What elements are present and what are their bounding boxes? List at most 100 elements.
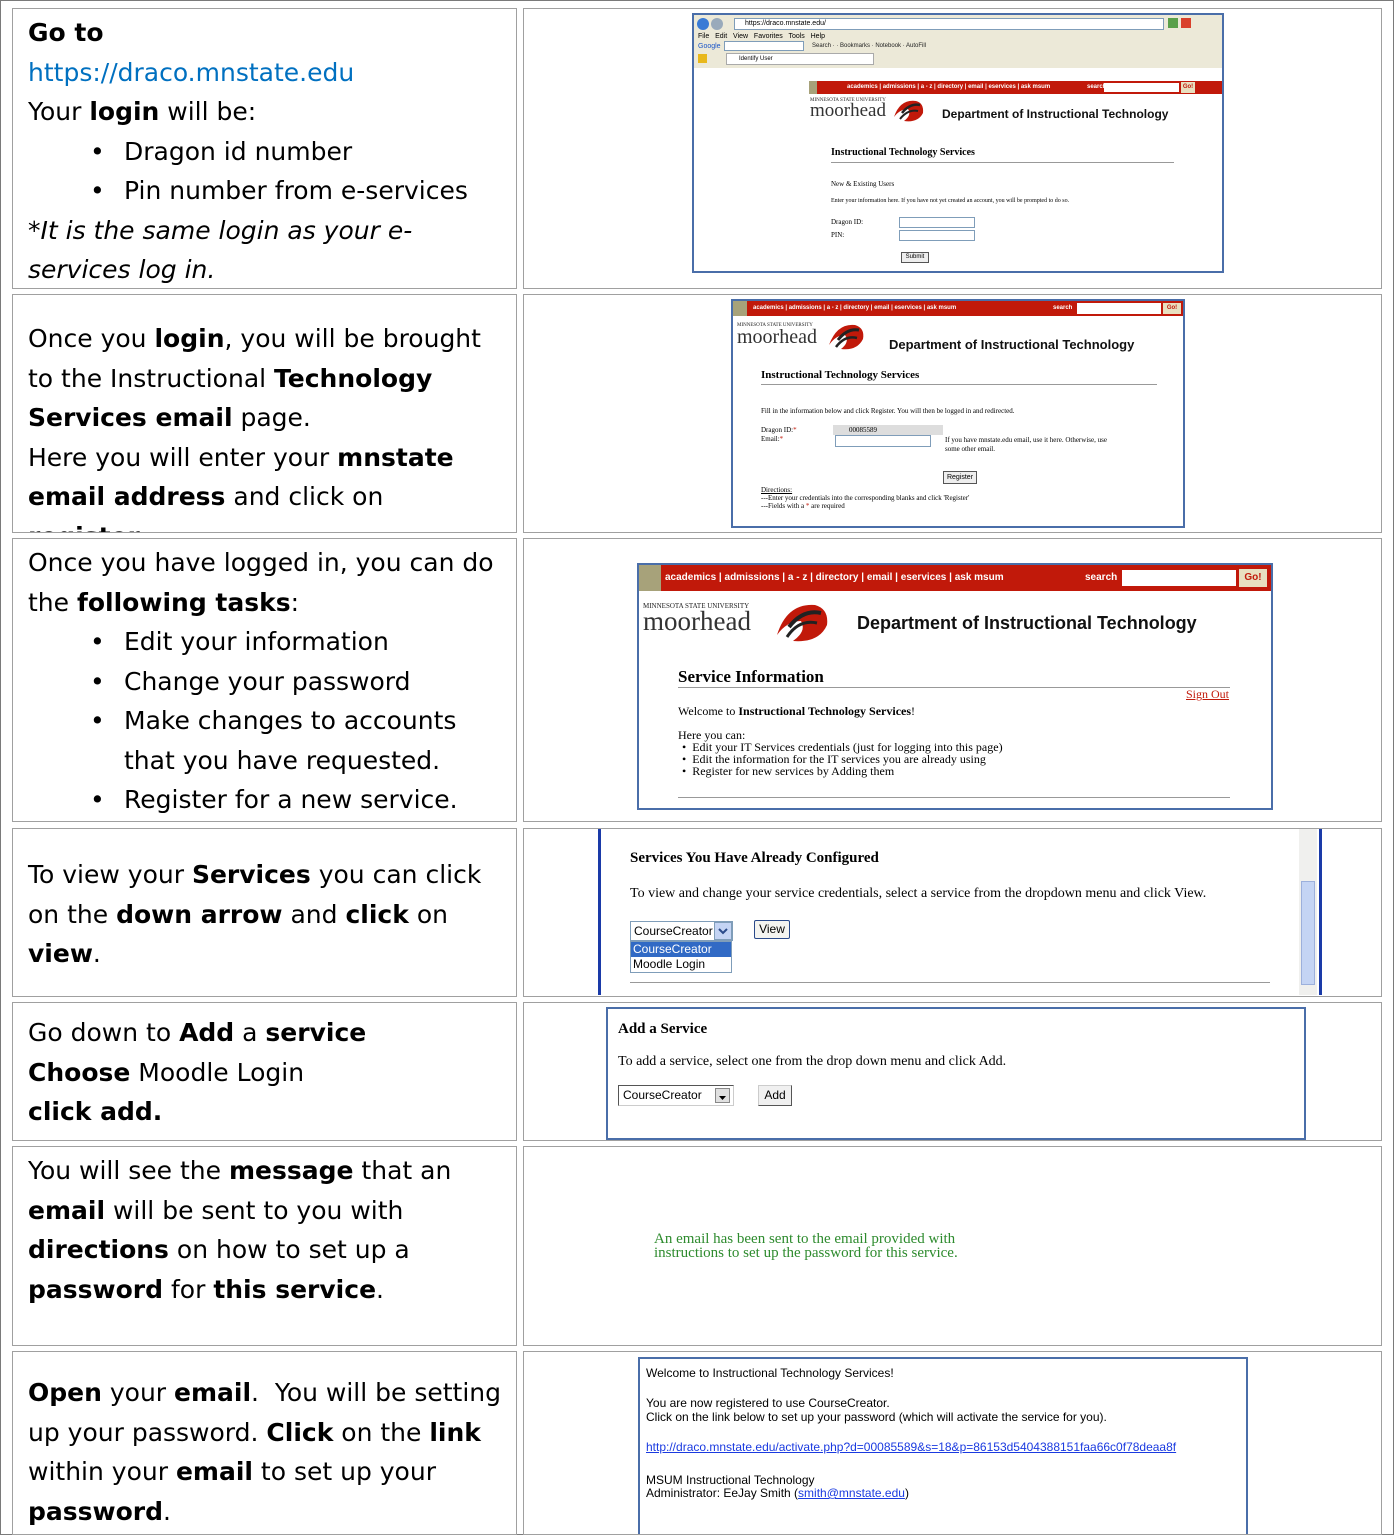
direction-item: ---Enter your credentials into the corre…: [761, 494, 970, 502]
search-label: search: [1085, 572, 1118, 583]
step-7-instructions: Open your email. You will be setting up …: [12, 1351, 517, 1535]
text: To view your: [28, 860, 192, 889]
menu-tools[interactable]: Tools: [788, 33, 804, 40]
go-button[interactable]: Go!: [1163, 303, 1181, 314]
dragon-id-input[interactable]: [899, 217, 975, 228]
list-item: Dragon id number: [28, 132, 516, 172]
logo-moorhead: moorhead: [643, 606, 751, 636]
document-page: { "steps": [ { "left": { "go_to": "Go to…: [0, 0, 1394, 1535]
divider: [678, 797, 1230, 798]
back-icon[interactable]: [697, 18, 709, 30]
menu-view[interactable]: View: [733, 33, 748, 40]
go-button[interactable]: Go!: [1181, 82, 1195, 93]
pin-input[interactable]: [899, 230, 975, 241]
text: and click on: [225, 482, 384, 511]
sign-out-link[interactable]: Sign Out: [1186, 687, 1229, 702]
step-5-screenshot-cell: Add a Service To add a service, select o…: [523, 1002, 1382, 1141]
dragon-logo-icon: [777, 604, 828, 642]
favorites-star-icon[interactable]: [698, 54, 707, 63]
email-sent-message: An email has been sent to the email prov…: [654, 1231, 958, 1261]
service-info-screenshot: academics | admissions | a - z | directo…: [637, 563, 1273, 810]
divider: [678, 687, 1230, 688]
text-bold: link: [429, 1417, 481, 1447]
stop-icon[interactable]: [1181, 18, 1191, 28]
dragon-logo-icon: [894, 100, 924, 122]
submit-button[interactable]: Submit: [901, 252, 929, 263]
admin-email-link[interactable]: smith@mnstate.edu: [798, 1486, 905, 1500]
add-button[interactable]: Add: [758, 1085, 792, 1106]
text: Once you: [28, 324, 155, 353]
nav-search-input[interactable]: [1077, 303, 1161, 314]
step-6-instructions: You will see the message that an email w…: [12, 1146, 517, 1346]
nav-search-input[interactable]: [1122, 570, 1236, 586]
capability-item: • Register for new services by Adding th…: [682, 764, 895, 778]
nav-links[interactable]: academics | admissions | a - z | directo…: [847, 84, 1050, 90]
refresh-icon[interactable]: [1168, 18, 1178, 28]
direction-item: ---Fields with a * are required: [761, 502, 969, 510]
dropdown-option[interactable]: CourseCreator: [631, 942, 731, 957]
browser-login-screenshot: https://draco.mnstate.edu/ File Edit Vie…: [692, 13, 1224, 273]
section-heading: Services You Have Already Configured: [630, 850, 879, 866]
text-bold: email: [28, 1195, 106, 1225]
dropdown-option[interactable]: Moodle Login: [631, 957, 731, 972]
menu-file[interactable]: File: [698, 33, 709, 40]
list-item: Pin number from e-services: [28, 171, 516, 211]
menu-edit[interactable]: Edit: [715, 33, 727, 40]
text-bold: email: [175, 1457, 253, 1486]
menu-help[interactable]: Help: [811, 33, 825, 40]
logo-moorhead: moorhead: [737, 326, 817, 348]
new-users-label: New & Existing Users: [831, 180, 895, 188]
login-instructions: Enter your information here. If you have…: [831, 198, 1070, 204]
text-bold: Add: [179, 1018, 235, 1047]
activation-link[interactable]: http://draco.mnstate.edu/activate.php?d=…: [646, 1440, 1176, 1454]
email-body: You are now registered to use CourseCrea…: [646, 1396, 1107, 1424]
tab-identify-user[interactable]: Identify User: [726, 53, 874, 65]
text: Administrator: EeJay Smith (smith@mnstat…: [646, 1487, 909, 1500]
register-button[interactable]: Register: [943, 471, 977, 484]
dept-title: Department of Instructional Technology: [857, 613, 1197, 633]
chevron-down-icon[interactable]: [715, 1088, 730, 1103]
text: If you have mnstate.edu email, use it he…: [945, 436, 1107, 444]
email-note: If you have mnstate.edu email, use it he…: [945, 436, 1107, 454]
text: An email has been sent to the email prov…: [654, 1231, 956, 1247]
directions-title: Directions:: [761, 486, 793, 494]
nav-search-input[interactable]: [1104, 83, 1179, 92]
go-button[interactable]: Go!: [1239, 569, 1267, 587]
nav-links[interactable]: academics | admissions | a - z | directo…: [665, 572, 1004, 583]
email-signature: MSUM Instructional Technology Administra…: [646, 1474, 909, 1500]
text: Administrator: EeJay Smith (: [646, 1486, 799, 1500]
text: Click on the link below to set up your p…: [646, 1410, 1107, 1424]
services-configured-screenshot: Services You Have Already Configured To …: [598, 829, 1322, 995]
text: .: [92, 939, 101, 968]
text: within your: [28, 1457, 176, 1486]
page-heading: Instructional Technology Services: [831, 147, 975, 158]
view-button[interactable]: View: [754, 920, 790, 939]
forward-icon[interactable]: [711, 18, 723, 30]
step-1-instructions: Go to https://draco.mnstate.edu Your log…: [12, 8, 517, 289]
chevron-down-icon[interactable]: [714, 922, 732, 940]
required-star: *: [779, 435, 784, 443]
text: .: [163, 1496, 171, 1526]
text-bold: click add.: [28, 1097, 163, 1126]
email-input[interactable]: [835, 435, 931, 447]
text-bold: login: [154, 324, 225, 353]
scrollbar-thumb[interactable]: [1301, 881, 1315, 985]
text: will be sent to you with: [105, 1195, 404, 1225]
step-2-screenshot-cell: academics | admissions | a - z | directo…: [523, 294, 1382, 533]
text-bold: password: [28, 1274, 164, 1304]
login-note: *It is the same login as your e-services…: [28, 215, 413, 285]
step-1-screenshot-cell: https://draco.mnstate.edu/ File Edit Vie…: [523, 8, 1382, 289]
text: some other email.: [945, 445, 995, 453]
google-search-input[interactable]: [724, 41, 804, 51]
text: on: [408, 899, 448, 929]
email-label: Email:*: [761, 435, 783, 443]
menu-favorites[interactable]: Favorites: [754, 33, 783, 40]
step-4-screenshot-cell: Services You Have Already Configured To …: [523, 828, 1382, 997]
list-item: Register for a new service.: [28, 780, 476, 820]
step-3-screenshot-cell: academics | admissions | a - z | directo…: [523, 538, 1382, 822]
text-bold: this service: [213, 1274, 377, 1304]
text: that an: [353, 1156, 452, 1185]
address-bar[interactable]: https://draco.mnstate.edu/: [734, 18, 1164, 30]
nav-links[interactable]: academics | admissions | a - z | directo…: [753, 305, 956, 311]
draco-url-link[interactable]: https://draco.mnstate.edu: [28, 58, 354, 87]
